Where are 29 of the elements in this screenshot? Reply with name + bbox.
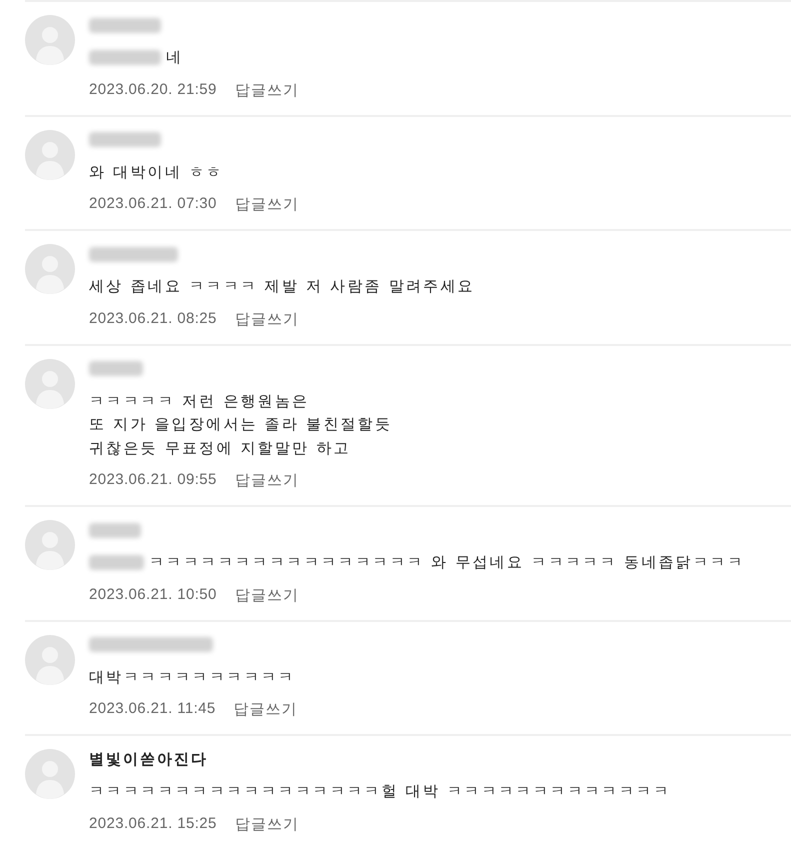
- comment-text: 대박ㅋㅋㅋㅋㅋㅋㅋㅋㅋㅋ: [89, 666, 296, 688]
- comment-date: 2023.06.20. 21:59: [89, 80, 217, 100]
- avatar-icon: [25, 15, 75, 65]
- avatar-icon: [25, 520, 75, 570]
- comment-text: 네: [166, 47, 184, 68]
- comment-date: 2023.06.21. 11:45: [89, 699, 216, 719]
- reply-link[interactable]: 답글쓰기: [234, 812, 299, 834]
- reply-link[interactable]: 답글쓰기: [234, 584, 299, 606]
- comment-date: 2023.06.21. 10:50: [89, 584, 217, 604]
- comment-date: 2023.06.21. 09:55: [89, 470, 217, 490]
- avatar-icon: [25, 244, 75, 294]
- comment-text: 세상 좁네요 ㅋㅋㅋㅋ 제발 저 사람좀 말려주세요: [89, 276, 475, 297]
- reply-link[interactable]: 답글쓰기: [234, 469, 299, 491]
- comment-date: 2023.06.21. 07:30: [89, 194, 217, 214]
- comment-text: ㅋㅋㅋㅋㅋ 저런 은행원놈은 또 지가 을입장에서는 졸라 불친절할듯 귀찮은듯 무표정에 지할말만 하고: [89, 390, 392, 458]
- comment-text: 와 대박이네 ㅎㅎ: [89, 162, 224, 182]
- comment-date: 2023.06.21. 08:25: [89, 308, 217, 328]
- avatar-icon: [25, 634, 75, 684]
- comment-text: ㅋㅋㅋㅋㅋㅋㅋㅋㅋㅋㅋㅋㅋㅋㅋㅋ 와 무섭네요 ㅋㅋㅋㅋㅋ 동네좁닭ㅋㅋㅋ: [149, 552, 744, 573]
- avatar-icon: [25, 749, 75, 799]
- reply-link[interactable]: 답글쓰기: [234, 698, 298, 720]
- avatar-icon: [25, 358, 75, 408]
- reply-link[interactable]: 답글쓰기: [234, 308, 299, 330]
- reply-link[interactable]: 답글쓰기: [234, 78, 299, 100]
- author-name: 별빛이쏟아진다: [89, 749, 208, 770]
- comment-text: ㅋㅋㅋㅋㅋㅋㅋㅋㅋㅋㅋㅋㅋㅋㅋㅋㅋ헐 대박 ㅋㅋㅋㅋㅋㅋㅋㅋㅋㅋㅋㅋㅋ: [89, 781, 671, 802]
- reply-link[interactable]: 답글쓰기: [234, 193, 299, 215]
- avatar-icon: [25, 130, 75, 180]
- comment-date: 2023.06.21. 15:25: [89, 814, 217, 834]
